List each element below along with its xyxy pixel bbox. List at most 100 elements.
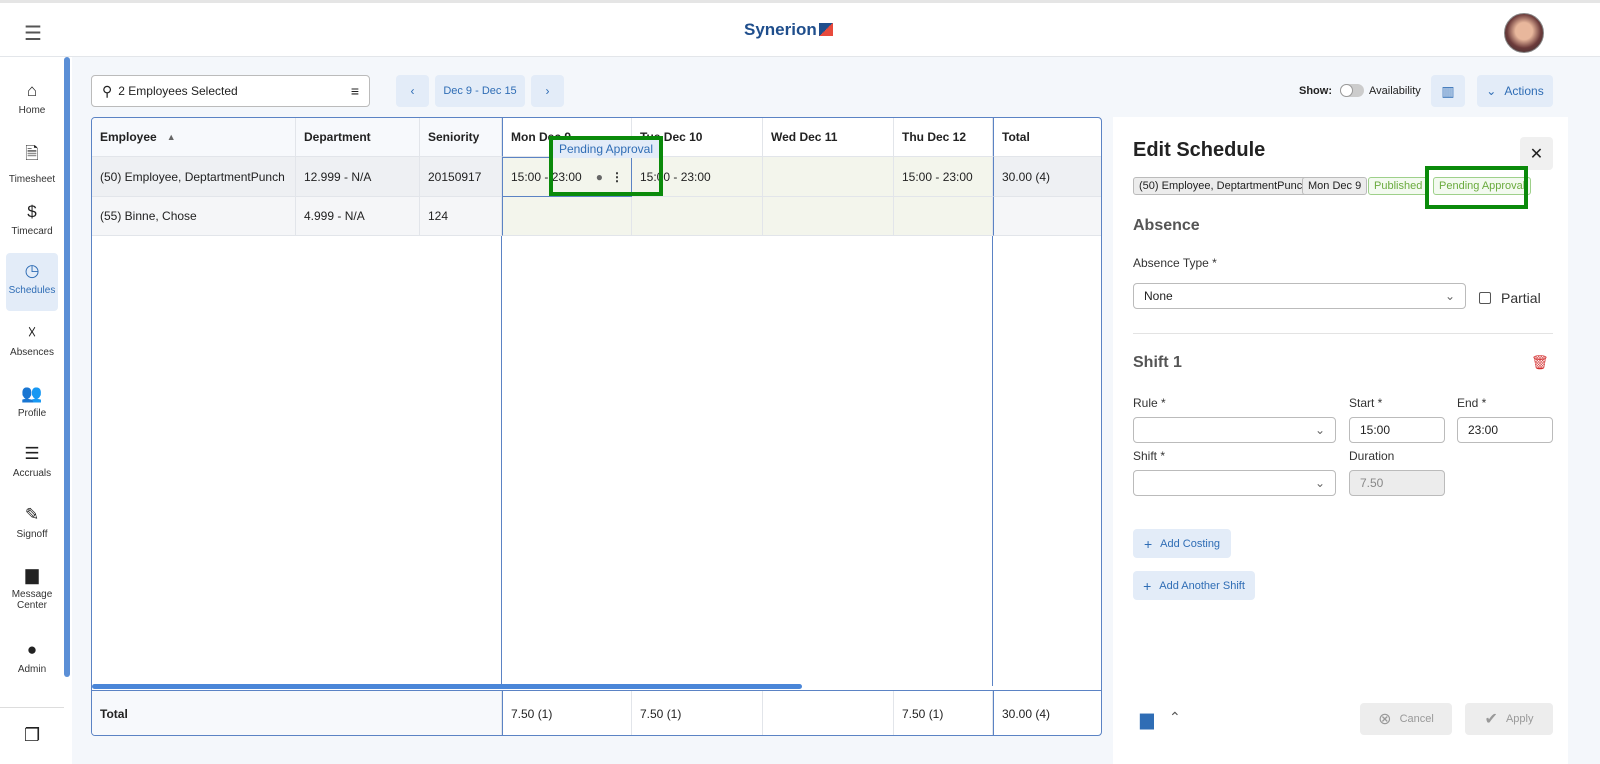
logo-mark-icon [818, 23, 833, 36]
plus-icon: + [1143, 535, 1153, 552]
header-label: Seniority [428, 130, 480, 144]
sidebar-item-label: Timecard [11, 226, 53, 237]
cell-tue-shift[interactable] [632, 197, 763, 236]
end-time-input[interactable]: 23:00 [1457, 417, 1553, 443]
cell-seniority: 124 [420, 197, 502, 236]
sidebar-item-profile[interactable]: 👥 Profile [6, 384, 58, 419]
column-header-employee[interactable]: Employee ▲ [92, 118, 296, 157]
cell-thu-shift[interactable]: 15:00 - 23:00 [894, 157, 993, 197]
delete-shift-icon[interactable]: 🗑 [1531, 354, 1549, 371]
total-wed [763, 691, 894, 735]
absence-type-select[interactable]: None ⌄ [1133, 283, 1466, 309]
sidebar-item-absences[interactable]: ☓ Absences [6, 323, 58, 358]
shift-label: Shift * [1133, 449, 1166, 463]
column-header-thu[interactable]: Thu Dec 12 [894, 118, 993, 157]
chevron-up-icon[interactable]: ⌃ [1169, 709, 1181, 726]
copy-icon[interactable]: ❐ [24, 725, 40, 746]
cell-employee: (55) Binne, Chose [92, 197, 296, 236]
column-header-total[interactable]: Total [993, 118, 1101, 157]
cell-wed-shift[interactable] [763, 197, 894, 236]
signoff-icon: ✎ [24, 505, 40, 524]
sidebar-item-timecard[interactable]: $ Timecard [6, 202, 58, 237]
total-tue: 7.50 (1) [632, 691, 763, 735]
chevron-down-icon: ⌄ [1314, 476, 1325, 490]
header-label: Employee [100, 130, 157, 144]
chevron-down-icon: ⌄ [1486, 84, 1497, 98]
cancel-label: Cancel [1399, 713, 1434, 725]
add-another-shift-button[interactable]: + Add Another Shift [1133, 571, 1255, 600]
sort-asc-icon: ▲ [166, 132, 176, 142]
add-costing-button[interactable]: + Add Costing [1133, 529, 1231, 558]
prev-week-button[interactable]: ‹ [396, 75, 429, 107]
person-icon: ● [26, 640, 38, 659]
cell-department: 12.999 - N/A [296, 157, 420, 197]
column-header-wed[interactable]: Wed Dec 11 [763, 118, 894, 157]
sidebar-item-message-center[interactable]: ▆ Message Center [6, 565, 58, 611]
sidebar-scrollbar[interactable] [64, 57, 70, 677]
chevron-right-icon: › [545, 84, 550, 98]
header-label: Department [304, 130, 371, 144]
check-circle-icon: ✔ [1484, 711, 1498, 728]
sidebar-item-label: Accruals [12, 468, 52, 479]
highlight-box [549, 136, 663, 196]
divider [0, 707, 64, 708]
horizontal-scrollbar[interactable] [92, 684, 802, 689]
divider [992, 236, 993, 686]
cancel-button[interactable]: ⊗ Cancel [1360, 703, 1452, 735]
next-week-button[interactable]: › [531, 75, 564, 107]
shift-heading: Shift 1 [1133, 354, 1182, 371]
accruals-icon: ☰ [24, 444, 40, 463]
hamburger-icon[interactable]: ☰ [24, 21, 42, 46]
header-label: Wed Dec 11 [771, 130, 838, 144]
people-icon: 👥 [21, 384, 43, 403]
chat-icon: ▆ [25, 565, 39, 584]
cell-wed-shift[interactable] [763, 157, 894, 197]
duration-input: 7.50 [1349, 470, 1445, 496]
shift-select[interactable]: ⌄ [1133, 470, 1336, 496]
sidebar-item-schedules[interactable]: ◷ Schedules [6, 253, 58, 311]
columns-icon: ▥ [1441, 82, 1455, 99]
partial-checkbox[interactable] [1479, 292, 1491, 304]
start-label: Start * [1349, 396, 1383, 410]
sidebar-item-timesheet[interactable]: 🗎 Timesheet [6, 141, 58, 185]
date-chip: Mon Dec 9 [1302, 177, 1368, 195]
cell-total [993, 197, 1101, 236]
partial-label: Partial [1501, 290, 1541, 306]
cell-thu-shift[interactable] [894, 197, 993, 236]
availability-toggle[interactable] [1340, 84, 1364, 97]
home-icon: ⌂ [26, 81, 38, 100]
total-mon: 7.50 (1) [502, 691, 632, 735]
actions-button[interactable]: ⌄ Actions [1477, 75, 1553, 107]
sidebar-item-admin[interactable]: ● Admin [6, 640, 58, 675]
date-range-button[interactable]: Dec 9 - Dec 15 [435, 75, 525, 107]
date-range-label: Dec 9 - Dec 15 [443, 85, 517, 97]
end-label: End * [1457, 396, 1487, 410]
comment-icon[interactable]: ▆ [1140, 709, 1154, 730]
add-costing-label: Add Costing [1160, 537, 1221, 550]
sidebar-item-label: Admin [17, 664, 47, 675]
sidebar-item-accruals[interactable]: ☰ Accruals [6, 444, 58, 479]
header-label: Total [1002, 130, 1030, 144]
column-header-department[interactable]: Department [296, 118, 420, 157]
columns-button[interactable]: ▥ [1431, 75, 1465, 107]
sidebar-item-label: Signoff [16, 529, 48, 540]
start-time-input[interactable]: 15:00 [1349, 417, 1445, 443]
sidebar-item-home[interactable]: ⌂ Home [6, 81, 58, 116]
sidebar-item-signoff[interactable]: ✎ Signoff [6, 505, 58, 540]
sidebar-item-label: Profile [17, 408, 47, 419]
rule-select[interactable]: ⌄ [1133, 417, 1336, 443]
chevron-left-icon: ‹ [410, 84, 415, 98]
plus-icon: + [1143, 577, 1152, 594]
highlight-box [1425, 166, 1528, 209]
cell-seniority: 20150917 [420, 157, 502, 197]
employee-search-input[interactable]: ⚲ 2 Employees Selected ≡ [91, 75, 370, 107]
cell-mon-shift[interactable] [502, 197, 632, 236]
logo-text: Synerion [744, 20, 817, 39]
apply-button[interactable]: ✔ Apply [1465, 703, 1553, 735]
sidebar-item-label: Home [18, 105, 46, 116]
filter-icon[interactable]: ≡ [351, 83, 359, 99]
column-header-seniority[interactable]: Seniority [420, 118, 502, 157]
avatar[interactable] [1504, 13, 1544, 53]
actions-label: Actions [1504, 84, 1544, 98]
total-all: 30.00 (4) [993, 691, 1101, 735]
